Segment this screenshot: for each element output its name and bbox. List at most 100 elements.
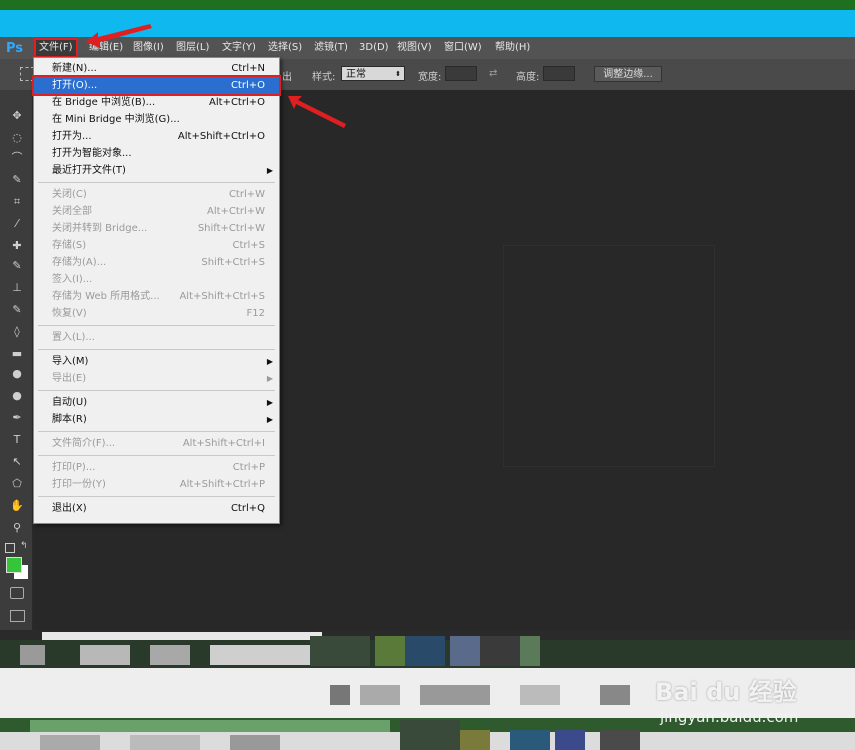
- file-menu-item[interactable]: 打开为... Alt+Shift+Ctrl+O: [34, 128, 279, 145]
- menu-item-shortcut: Shift+Ctrl+W: [197, 223, 265, 234]
- file-menu-item[interactable]: 在 Mini Bridge 中浏览(G)...: [34, 111, 279, 128]
- file-menu-dropdown: 新建(N)... Ctrl+N 打开(O)... Ctrl+O 在 Bridge 中浏览…: [32, 57, 281, 524]
- width-input[interactable]: [445, 66, 477, 81]
- menu-item-label: 恢复(V): [52, 308, 87, 319]
- file-menu-item[interactable]: 自动(U) ▶: [34, 394, 279, 411]
- brush-icon[interactable]: ✎: [8, 258, 26, 274]
- file-menu-item[interactable]: 导入(M) ▶: [34, 353, 279, 370]
- path-select-icon[interactable]: ↖: [8, 454, 26, 470]
- blurred-region: [150, 645, 190, 665]
- blurred-region: [130, 735, 200, 750]
- blurred-region: [520, 636, 540, 666]
- menu-item-label: 存储为 Web 所用格式...: [52, 291, 160, 302]
- file-menu-item[interactable]: 最近打开文件(T) ▶: [34, 162, 279, 179]
- screen-mode-icon[interactable]: [10, 610, 25, 622]
- file-menu-item: 关闭(C) Ctrl+W: [34, 186, 279, 203]
- annotation-arrow-top: [86, 24, 152, 48]
- file-menu-item: 置入(L)...: [34, 329, 279, 346]
- blurred-region: [360, 685, 400, 705]
- menu-item-label: 在 Bridge 中浏览(B)...: [52, 97, 156, 108]
- quick-select-icon[interactable]: ✎: [8, 172, 26, 188]
- swap-colors-icon[interactable]: ↰: [20, 541, 28, 551]
- menu-item-0[interactable]: 文件(F): [34, 38, 78, 58]
- menu-item-7[interactable]: 3D(D): [356, 40, 392, 56]
- file-menu-item[interactable]: 打开(O)... Ctrl+O: [32, 75, 281, 96]
- crop-icon[interactable]: ⌗: [8, 194, 26, 210]
- menu-item-label: 关闭(C): [52, 189, 87, 200]
- menu-item-6[interactable]: 滤镜(T): [311, 40, 351, 56]
- blurred-region: [420, 685, 490, 705]
- hand-icon[interactable]: ✋: [8, 498, 26, 514]
- blurred-region: [400, 720, 460, 750]
- shape-icon[interactable]: ⬠: [8, 476, 26, 492]
- history-brush-icon[interactable]: ✎: [8, 302, 26, 318]
- menu-item-shortcut: Ctrl+N: [231, 63, 265, 74]
- file-menu-item[interactable]: 退出(X) Ctrl+Q: [34, 500, 279, 517]
- menu-item-shortcut: Ctrl+S: [232, 240, 265, 251]
- style-select[interactable]: 正常 ⬍: [341, 66, 405, 81]
- file-menu-item: 恢复(V) F12: [34, 305, 279, 322]
- blurred-region: [375, 636, 405, 666]
- file-menu-item[interactable]: 脚本(R) ▶: [34, 411, 279, 428]
- menu-item-shortcut: Ctrl+P: [232, 462, 265, 473]
- menu-item-shortcut: Ctrl+W: [228, 189, 265, 200]
- menu-item-shortcut: Alt+Ctrl+W: [207, 206, 265, 217]
- menu-item-label: 置入(L)...: [52, 332, 95, 343]
- blur-icon[interactable]: ●: [8, 366, 26, 382]
- menu-item-10[interactable]: 帮助(H): [492, 40, 533, 56]
- eyedropper-icon[interactable]: ⁄: [8, 216, 26, 232]
- chevron-updown-icon: ⬍: [395, 70, 401, 78]
- gradient-icon[interactable]: ▬: [8, 346, 26, 362]
- menu-item-label: 在 Mini Bridge 中浏览(G)...: [52, 114, 180, 125]
- menu-item-4[interactable]: 文字(Y): [219, 40, 259, 56]
- menu-item-label: 退出(X): [52, 503, 87, 514]
- default-colors-icon[interactable]: [5, 543, 15, 553]
- menu-item-label: 签入(I)...: [52, 274, 93, 285]
- menu-separator: [38, 431, 275, 432]
- menu-item-shortcut: Shift+Ctrl+S: [201, 257, 265, 268]
- blurred-region: [520, 685, 560, 705]
- menu-item-shortcut: Alt+Shift+Ctrl+S: [179, 291, 265, 302]
- file-menu-item[interactable]: 在 Bridge 中浏览(B)... Alt+Ctrl+O: [34, 94, 279, 111]
- menu-item-label: 新建(N)...: [52, 63, 97, 74]
- dodge-icon[interactable]: ●: [8, 388, 26, 404]
- file-menu-item: 文件简介(F)... Alt+Shift+Ctrl+I: [34, 435, 279, 452]
- foreground-color-swatch[interactable]: [6, 557, 22, 573]
- menu-item-shortcut: Alt+Ctrl+O: [209, 97, 265, 108]
- eraser-icon[interactable]: ◊: [8, 324, 26, 340]
- pen-icon[interactable]: ✒: [8, 410, 26, 426]
- file-menu-item[interactable]: 新建(N)... Ctrl+N: [34, 60, 279, 77]
- baidu-jingyan-watermark: Bai du 经验: [655, 678, 797, 706]
- lasso-icon[interactable]: ⌒: [8, 150, 26, 166]
- style-label: 样式:: [312, 72, 336, 83]
- menu-item-3[interactable]: 图层(L): [173, 40, 212, 56]
- menu-separator: [38, 496, 275, 497]
- file-menu-item: 打印(P)... Ctrl+P: [34, 459, 279, 476]
- menu-item-shortcut: F12: [246, 308, 265, 319]
- swap-icon[interactable]: ⇄: [489, 68, 497, 79]
- refine-edge-button[interactable]: 调整边缘...: [594, 66, 662, 82]
- blurred-region: [450, 636, 480, 666]
- marquee-tool-preset-icon[interactable]: [20, 67, 34, 81]
- healing-icon[interactable]: ✚: [8, 238, 26, 254]
- blurred-region: [555, 730, 585, 750]
- type-icon[interactable]: T: [8, 432, 26, 448]
- height-input[interactable]: [543, 66, 575, 81]
- menu-item-label: 打开为智能对象...: [52, 148, 132, 159]
- width-label: 宽度:: [418, 72, 442, 83]
- blurred-region: [510, 730, 550, 750]
- menu-item-8[interactable]: 视图(V): [394, 40, 435, 56]
- annotation-arrow-right: [288, 96, 346, 128]
- move-icon[interactable]: ✥: [8, 108, 26, 124]
- blurred-region: [230, 735, 280, 750]
- marquee-icon[interactable]: ◌: [8, 130, 26, 146]
- quick-mask-icon[interactable]: [10, 587, 24, 599]
- zoom-icon[interactable]: ⚲: [8, 520, 26, 536]
- menu-item-label: 关闭全部: [52, 206, 92, 217]
- stamp-icon[interactable]: ⊥: [8, 280, 26, 296]
- submenu-arrow-icon: ▶: [266, 166, 273, 175]
- menu-item-9[interactable]: 窗口(W): [441, 40, 485, 56]
- menu-item-5[interactable]: 选择(S): [265, 40, 305, 56]
- file-menu-item: 存储(S) Ctrl+S: [34, 237, 279, 254]
- file-menu-item[interactable]: 打开为智能对象...: [34, 145, 279, 162]
